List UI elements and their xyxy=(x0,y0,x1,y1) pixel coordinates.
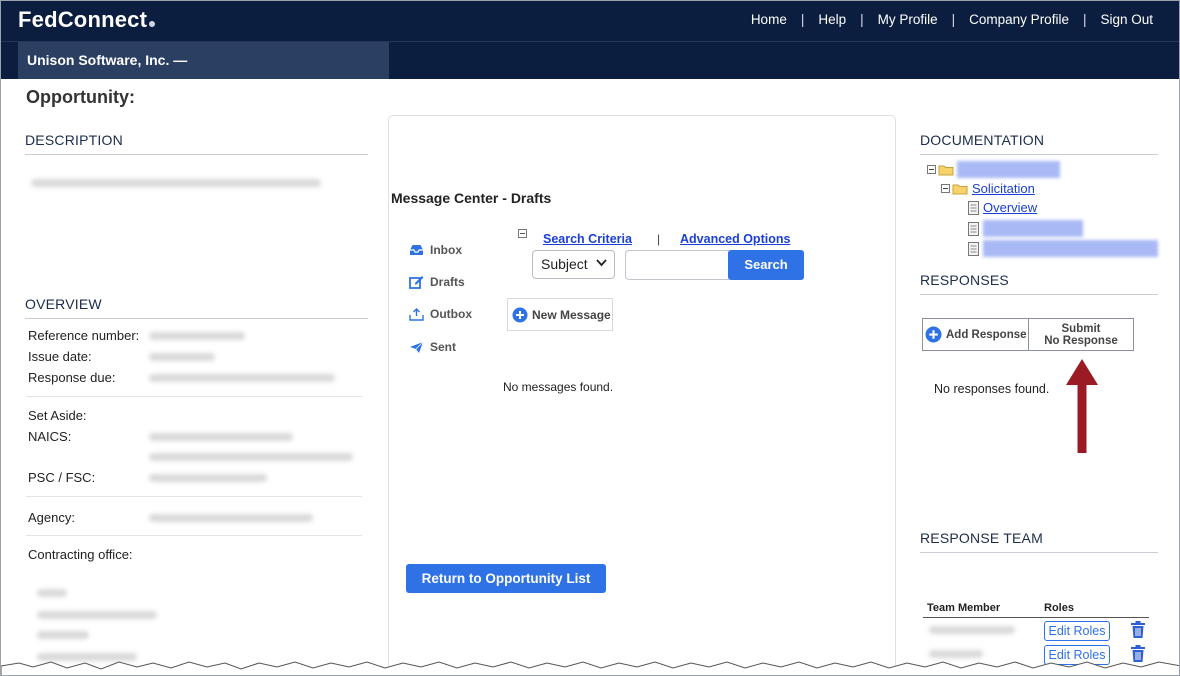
tree-document-redacted[interactable] xyxy=(968,240,1158,257)
tree-document-redacted[interactable] xyxy=(968,220,1083,237)
annotation-arrow-icon xyxy=(1066,359,1098,453)
response-team-heading: RESPONSE TEAM xyxy=(920,530,1158,553)
overview-heading: OVERVIEW xyxy=(25,296,368,319)
description-text-redacted xyxy=(31,179,321,187)
top-navigation-bar: FedConnect Home | Help | My Profile | Co… xyxy=(1,1,1179,41)
no-messages-text: No messages found. xyxy=(503,380,614,394)
add-response-button[interactable]: Add Response xyxy=(922,318,1029,351)
reference-number-label: Reference number: xyxy=(28,328,140,343)
issue-date-label: Issue date: xyxy=(28,349,92,364)
submit-label-line2: No Response xyxy=(1044,335,1118,347)
overview-divider xyxy=(26,396,362,397)
top-nav-links: Home | Help | My Profile | Company Profi… xyxy=(750,12,1153,27)
new-message-button[interactable]: New Message xyxy=(507,298,613,331)
overview-document-link[interactable]: Overview xyxy=(983,200,1037,215)
new-message-label: New Message xyxy=(532,307,611,322)
folder-sent-label: Sent xyxy=(430,340,457,354)
office-value-line2 xyxy=(37,611,157,619)
company-bar: Unison Software, Inc. — xyxy=(1,41,1179,79)
document-name-redacted xyxy=(983,220,1083,237)
agency-label: Agency: xyxy=(28,510,75,525)
description-heading: DESCRIPTION xyxy=(25,132,368,155)
folder-inbox-label: Inbox xyxy=(430,243,462,257)
edit-roles-button[interactable]: Edit Roles xyxy=(1044,621,1110,641)
contracting-office-label: Contracting office: xyxy=(28,547,133,562)
tree-collapse-icon[interactable] xyxy=(941,184,950,193)
submit-no-response-button[interactable]: Submit No Response xyxy=(1028,318,1134,351)
document-icon xyxy=(968,241,979,256)
tree-root-name-redacted xyxy=(957,161,1060,178)
folder-inbox[interactable]: Inbox xyxy=(409,243,462,257)
office-value-line1 xyxy=(37,589,67,597)
paper-plane-icon xyxy=(410,341,424,353)
search-criteria-link[interactable]: Search Criteria xyxy=(543,232,632,246)
edit-icon xyxy=(409,276,424,289)
plus-circle-icon xyxy=(512,307,528,322)
solicitation-link[interactable]: Solicitation xyxy=(972,181,1035,196)
page-title: Opportunity: xyxy=(26,87,135,107)
document-icon xyxy=(968,200,979,215)
no-responses-text: No responses found. xyxy=(934,382,1050,396)
message-center-title: Message Center - Drafts xyxy=(391,190,552,206)
team-table-header-divider xyxy=(923,617,1149,618)
response-due-value xyxy=(149,374,335,382)
psc-fsc-value xyxy=(149,474,267,482)
tree-root-folder[interactable] xyxy=(927,161,1060,178)
torn-edge xyxy=(1,661,1179,675)
search-field-select[interactable]: Subject xyxy=(532,250,615,279)
folder-sent[interactable]: Sent xyxy=(409,340,456,354)
folder-icon xyxy=(938,165,954,175)
nav-help-link[interactable]: Help xyxy=(818,12,846,27)
reference-number-value xyxy=(149,332,245,340)
inbox-icon xyxy=(410,245,423,255)
document-icon xyxy=(968,221,979,236)
overview-divider xyxy=(26,535,362,536)
plus-circle-icon xyxy=(925,326,942,343)
team-member-column-header: Team Member xyxy=(927,602,1001,614)
naics-value-line1 xyxy=(149,433,293,441)
issue-date-value xyxy=(149,353,215,361)
agency-value xyxy=(149,514,313,522)
add-response-label: Add Response xyxy=(946,328,1027,341)
search-field-value: Subject xyxy=(541,256,588,272)
roles-column-header: Roles xyxy=(1044,602,1074,614)
submit-label-line1: Submit xyxy=(1061,323,1101,335)
nav-home-link[interactable]: Home xyxy=(751,12,787,27)
company-name: Unison Software, Inc. — xyxy=(18,42,389,79)
office-value-line3 xyxy=(37,631,89,639)
folder-outbox[interactable]: Outbox xyxy=(409,307,472,321)
nav-company-profile-link[interactable]: Company Profile xyxy=(969,12,1069,27)
app-window: FedConnect Home | Help | My Profile | Co… xyxy=(0,0,1180,676)
documentation-heading: DOCUMENTATION xyxy=(920,132,1158,155)
fedconnect-logo[interactable]: FedConnect xyxy=(18,7,156,33)
responses-heading: RESPONSES xyxy=(920,272,1158,295)
search-button[interactable]: Search xyxy=(728,250,804,280)
team-member-name-redacted xyxy=(929,626,1015,634)
search-collapse-toggle[interactable] xyxy=(518,229,527,238)
response-due-label: Response due: xyxy=(28,370,116,385)
set-aside-label: Set Aside: xyxy=(28,408,87,423)
tree-solicitation-folder[interactable]: Solicitation xyxy=(941,181,1035,196)
trash-icon[interactable] xyxy=(1130,621,1146,639)
search-input[interactable] xyxy=(625,250,729,280)
naics-value-line2 xyxy=(149,453,353,461)
document-name-redacted xyxy=(983,240,1158,257)
advanced-options-link[interactable]: Advanced Options xyxy=(680,232,790,246)
return-to-opportunity-list-button[interactable]: Return to Opportunity List xyxy=(406,564,606,593)
tree-collapse-icon[interactable] xyxy=(927,165,936,174)
overview-divider xyxy=(26,496,362,497)
folder-outbox-label: Outbox xyxy=(430,307,472,321)
tree-document-overview[interactable]: Overview xyxy=(968,200,1037,215)
naics-label: NAICS: xyxy=(28,429,72,444)
psc-fsc-label: PSC / FSC: xyxy=(28,470,96,485)
folder-drafts[interactable]: Drafts xyxy=(409,275,465,289)
folder-icon xyxy=(952,184,968,194)
nav-my-profile-link[interactable]: My Profile xyxy=(878,12,938,27)
nav-sign-out-link[interactable]: Sign Out xyxy=(1100,12,1153,27)
outbox-tray-icon xyxy=(409,307,424,321)
chevron-down-icon xyxy=(596,259,607,267)
folder-drafts-label: Drafts xyxy=(430,275,465,289)
